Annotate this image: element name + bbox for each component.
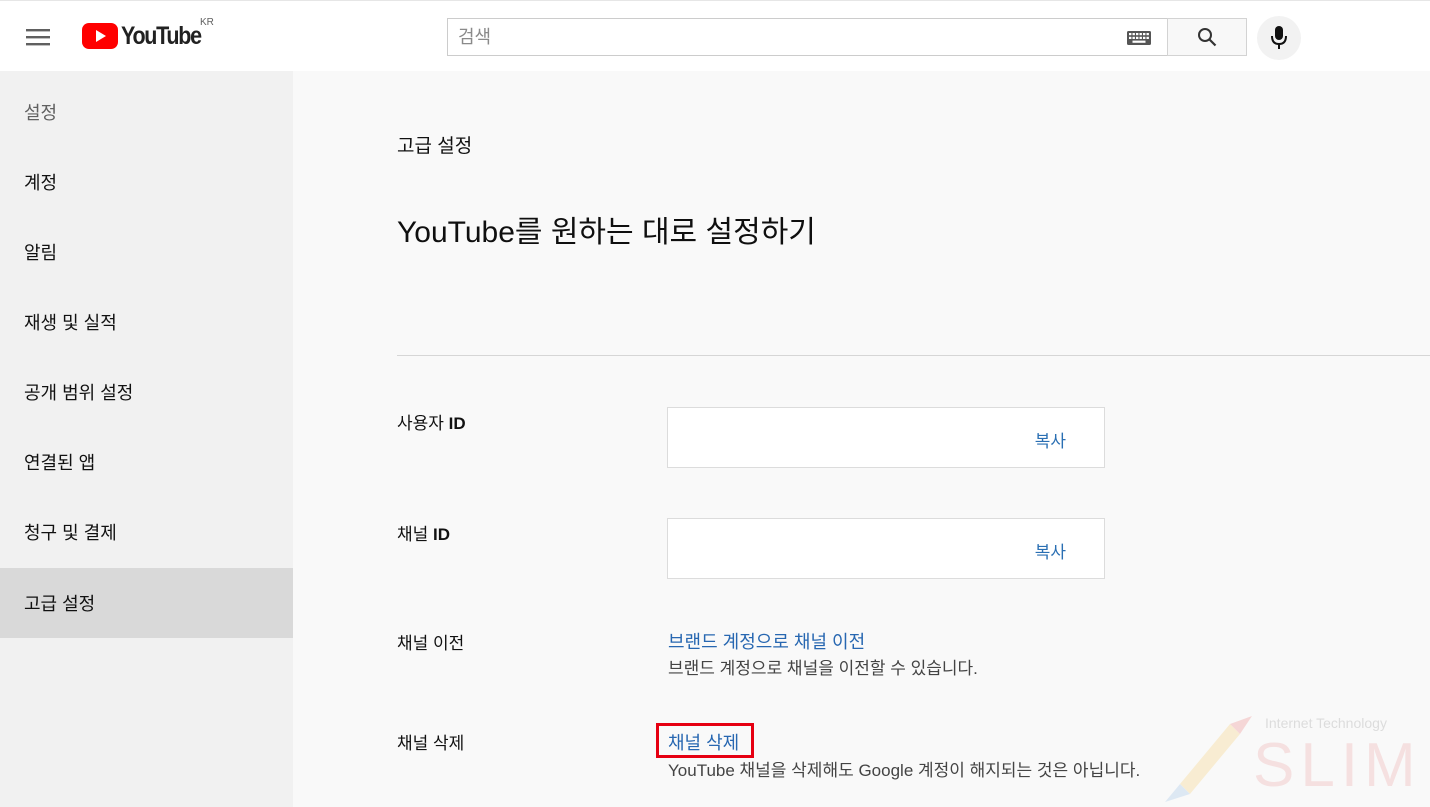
- channel-id-field[interactable]: 복사: [667, 518, 1105, 579]
- user-id-label-text: 사용자: [397, 414, 449, 433]
- voice-search-button[interactable]: [1257, 16, 1301, 60]
- sidebar-item-notifications[interactable]: 알림: [0, 217, 293, 287]
- copy-user-id-button[interactable]: 복사: [1035, 427, 1066, 452]
- youtube-logo[interactable]: YouTube: [82, 21, 214, 51]
- sidebar-item-label: 재생 및 실적: [24, 313, 117, 333]
- copy-channel-id-button[interactable]: 복사: [1035, 538, 1066, 563]
- sidebar-item-billing[interactable]: 청구 및 결제: [0, 497, 293, 567]
- sidebar-item-account[interactable]: 계정: [0, 147, 293, 217]
- menu-icon: [26, 29, 50, 46]
- settings-sidebar: 설정 계정 알림 재생 및 실적 공개 범위 설정 연결된 앱 청구 및 결제 …: [0, 71, 293, 807]
- page-title: YouTube를 원하는 대로 설정하기: [397, 216, 816, 249]
- channel-id-label: 채널 ID: [397, 520, 450, 545]
- main-content: 고급 설정 YouTube를 원하는 대로 설정하기 사용자 ID 복사 채널 …: [293, 71, 1430, 807]
- menu-button[interactable]: [14, 15, 62, 59]
- sidebar-item-label: 고급 설정: [24, 594, 96, 614]
- sidebar-item-privacy[interactable]: 공개 범위 설정: [0, 357, 293, 427]
- user-id-label-bold: ID: [448, 414, 466, 433]
- sidebar-item-label: 계정: [24, 173, 58, 193]
- search-button[interactable]: [1167, 18, 1247, 56]
- section-label: 고급 설정: [397, 136, 473, 157]
- keyboard-icon[interactable]: [1127, 31, 1151, 45]
- sidebar-title: 설정: [24, 103, 58, 123]
- sidebar-item-playback[interactable]: 재생 및 실적: [0, 287, 293, 357]
- sidebar-item-connected-apps[interactable]: 연결된 앱: [0, 427, 293, 497]
- highlight-annotation: [656, 723, 754, 758]
- channel-delete-description: YouTube 채널을 삭제해도 Google 계정이 해지되는 것은 아닙니다…: [668, 761, 1141, 780]
- channel-move-label: 채널 이전: [397, 634, 465, 653]
- channel-id-label-bold: ID: [433, 525, 451, 544]
- top-bar: YouTube KR: [0, 0, 1430, 71]
- logo-text: YouTube: [121, 21, 202, 50]
- sidebar-item-label: 연결된 앱: [24, 453, 96, 473]
- search-input[interactable]: [447, 18, 1167, 56]
- user-id-label: 사용자 ID: [397, 409, 466, 434]
- sidebar-item-label: 알림: [24, 243, 58, 263]
- search-icon: [1198, 28, 1217, 47]
- sidebar-item-advanced[interactable]: 고급 설정: [0, 568, 293, 638]
- sidebar-item-label: 공개 범위 설정: [24, 383, 134, 403]
- channel-id-label-text: 채널: [397, 525, 434, 544]
- country-code: KR: [200, 17, 214, 28]
- youtube-logo-icon: [82, 23, 118, 49]
- divider: [397, 355, 1430, 356]
- user-id-field[interactable]: 복사: [667, 407, 1105, 468]
- move-channel-to-brand-link[interactable]: 브랜드 계정으로 채널 이전: [668, 628, 865, 654]
- channel-move-description: 브랜드 계정으로 채널을 이전할 수 있습니다.: [668, 659, 978, 678]
- search-bar: [447, 18, 1247, 56]
- channel-delete-label: 채널 삭제: [397, 734, 465, 753]
- sidebar-item-label: 청구 및 결제: [24, 523, 117, 543]
- mic-icon: [1271, 26, 1287, 49]
